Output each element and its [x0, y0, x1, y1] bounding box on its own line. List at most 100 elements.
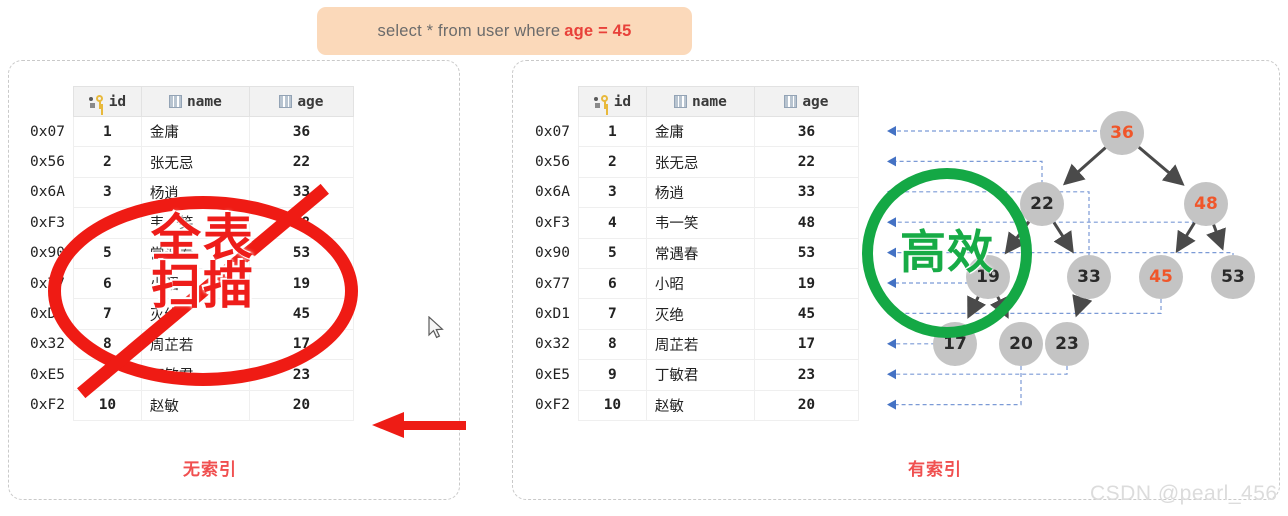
btree-node-23: 23: [1045, 322, 1089, 366]
arrow-head: [372, 412, 404, 438]
table-row: 0x07 1 金庸 36: [22, 115, 354, 148]
cell-id: 6: [72, 267, 142, 300]
cell-name: 丁敏君: [140, 359, 250, 391]
cell-address: 0x90: [22, 238, 74, 269]
cell-id: 1: [72, 115, 142, 148]
caption-with-index: 有索引: [908, 460, 962, 479]
cell-age: 53: [248, 237, 354, 269]
cell-name: 张无忌: [140, 146, 250, 178]
sql-query-banner: select * from user where age = 45: [317, 7, 692, 55]
table-row: 0xF2 10 赵敏 20: [22, 389, 354, 421]
cell-age: 23: [248, 359, 354, 391]
table-row: 0xD1 7 灭绝 45: [22, 298, 354, 330]
sql-query-prefix: select * from user where: [377, 21, 561, 40]
index-pointer-arrowhead: [887, 369, 896, 380]
index-pointer-link: [891, 366, 1068, 375]
cell-name: 小昭: [140, 267, 250, 300]
index-pointer-arrowhead: [887, 156, 896, 167]
index-pointer-link: [891, 299, 1162, 314]
index-pointer-arrowhead: [887, 308, 896, 319]
btree-node-33: 33: [1067, 255, 1111, 299]
cell-age: 22: [248, 146, 354, 178]
btree-edge: [1137, 146, 1185, 186]
btree-node-19: 19: [966, 255, 1010, 299]
cell-age: 17: [248, 328, 354, 361]
btree-edge: [1004, 220, 1031, 255]
header-age: age: [248, 86, 354, 117]
header-id-label: id: [108, 93, 127, 110]
table-body-left: 0x07 1 金庸 36 0x56 2 张无忌 22 0x6A 3 杨逍 33 0xF3 4 韦一笑 48 0x…: [22, 115, 354, 421]
mouse-cursor-icon: [428, 316, 444, 339]
screenshot-root: select * from user where age = 45 id nam…: [0, 0, 1288, 516]
btree-edge: [1062, 146, 1107, 186]
header-address: [22, 87, 73, 117]
watermark: CSDN @pearl_456: [1090, 482, 1278, 505]
table-row: 0xF3 4 韦一笑 48: [22, 207, 354, 239]
index-pointer-arrowhead: [887, 399, 896, 410]
user-table-no-index: id name age 0x07 1 金庸 36 0x56 2 张无忌 22 0…: [22, 86, 354, 421]
cell-name: 常遇春: [140, 237, 250, 269]
cell-age: 45: [248, 298, 354, 330]
cell-id: 3: [72, 176, 142, 209]
table-row: 0xE5 9 丁敏君 23: [22, 359, 354, 391]
cell-id: 9: [72, 359, 142, 391]
index-pointer-arrowhead: [887, 186, 896, 197]
btree-edge: [1175, 221, 1196, 254]
btree-index-diagram: 36 22 48 19 33 45 53 17 20 23: [512, 60, 1280, 500]
header-id: id: [72, 86, 142, 117]
cell-id: 4: [72, 207, 142, 239]
cell-name: 韦一笑: [140, 207, 250, 239]
cell-address: 0xF3: [22, 207, 74, 239]
cell-id: 5: [72, 237, 142, 269]
btree-edge: [1206, 224, 1226, 251]
btree-edge: [1072, 294, 1093, 318]
header-age-label: age: [297, 93, 324, 110]
btree-node-17: 17: [933, 322, 977, 366]
cell-address: 0x07: [22, 116, 74, 147]
index-pointer-arrowhead: [887, 278, 896, 288]
cell-address: 0xF2: [22, 390, 74, 421]
cell-id: 2: [72, 146, 142, 178]
index-pointer-arrowhead: [887, 247, 896, 258]
cell-address: 0x77: [22, 268, 74, 299]
cell-address: 0xE5: [22, 359, 74, 391]
btree-node-36: 36: [1100, 111, 1144, 155]
cell-name: 赵敏: [140, 389, 250, 421]
table-row: 0x90 5 常遇春 53: [22, 237, 354, 269]
cell-name: 灭绝: [140, 298, 250, 330]
index-pointer-link: [891, 160, 1043, 226]
cell-age: 48: [248, 207, 354, 239]
sql-query-highlight: age = 45: [564, 21, 632, 40]
index-pointer-link: [891, 366, 1022, 406]
cell-address: 0x6A: [22, 177, 74, 208]
table-header-row: id name age: [22, 86, 354, 117]
arrow-shaft: [402, 421, 466, 430]
cell-name: 杨逍: [140, 176, 250, 209]
cell-address: 0x56: [22, 146, 74, 178]
btree-edge: [1052, 221, 1074, 254]
header-name-label: name: [186, 93, 222, 110]
primary-key-icon: [88, 94, 104, 109]
index-pointer-arrowhead: [887, 217, 896, 228]
cell-age: 20: [248, 389, 354, 421]
table-row: 0x77 6 小昭 19: [22, 267, 354, 300]
btree-node-20: 20: [999, 322, 1043, 366]
index-pointer-link: [891, 130, 1123, 155]
table-row: 0x32 8 周芷若 17: [22, 328, 354, 361]
column-icon: [168, 95, 182, 108]
table-no-index: id name age 0x07 1 金庸 36 0x56 2 张无忌 22 0…: [22, 86, 354, 421]
caption-no-index: 无索引: [183, 460, 237, 479]
btree-node-53: 53: [1211, 255, 1255, 299]
cell-id: 8: [72, 328, 142, 361]
btree-node-45: 45: [1139, 255, 1183, 299]
btree-node-48: 48: [1184, 182, 1228, 226]
header-name: name: [140, 86, 250, 117]
cell-age: 36: [248, 115, 354, 148]
cell-name: 周芷若: [140, 328, 250, 361]
cell-age: 19: [248, 267, 354, 300]
table-row: 0x6A 3 杨逍 33: [22, 176, 354, 209]
cell-age: 33: [248, 176, 354, 209]
cell-address: 0x32: [22, 329, 74, 360]
btree-node-22: 22: [1020, 182, 1064, 226]
table-row: 0x56 2 张无忌 22: [22, 146, 354, 178]
